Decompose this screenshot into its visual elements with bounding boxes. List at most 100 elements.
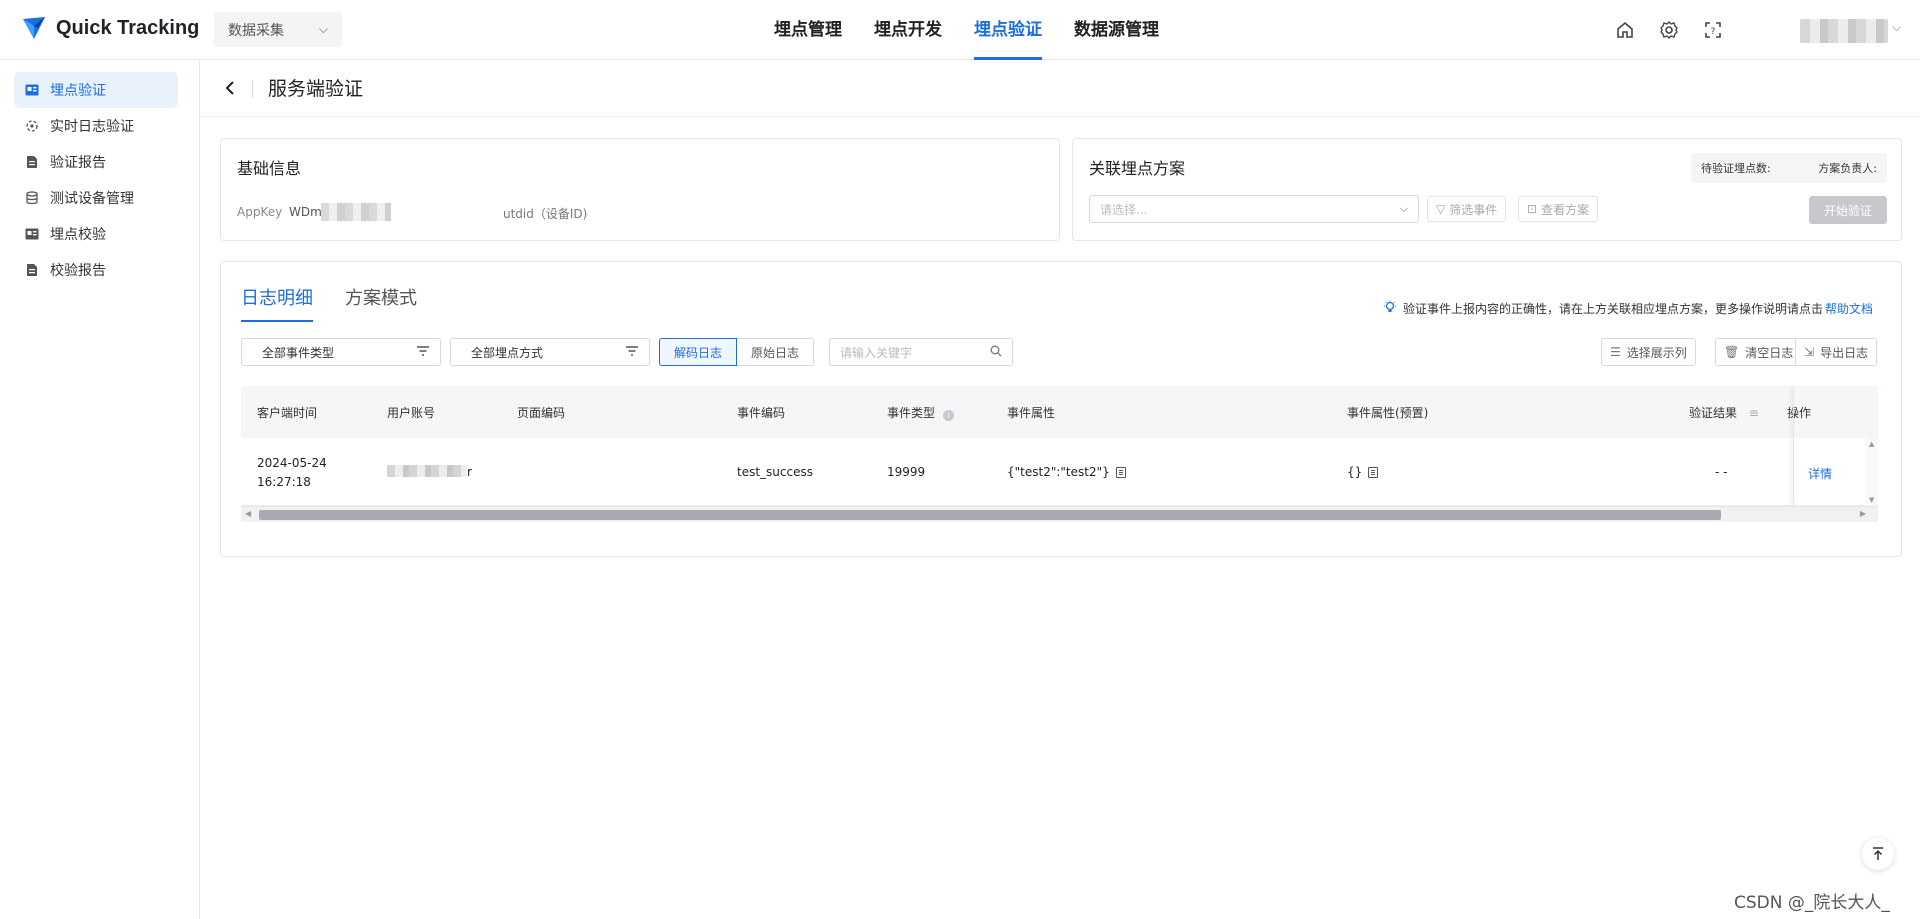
basic-info-title: 基础信息 [237, 159, 302, 178]
realtime-icon [24, 118, 40, 134]
main-nav: 埋点管理 埋点开发 埋点验证 数据源管理 [774, 0, 1191, 60]
info-icon[interactable]: i [942, 410, 954, 421]
clear-log-button[interactable]: 🗑 清空日志 [1715, 338, 1803, 366]
sidebar-item-test-device[interactable]: 测试设备管理 [14, 180, 178, 216]
sidebar-item-check-report[interactable]: 校验报告 [14, 252, 178, 288]
cell-event-code: test_success [737, 465, 813, 479]
back-button[interactable] [220, 76, 240, 100]
view-plan-button[interactable]: ⊡ 查看方案 [1518, 196, 1599, 222]
cell-event-props-preset: {} [1347, 465, 1379, 479]
col-user-account: 用户账号 [387, 406, 436, 420]
col-event-props-preset: 事件属性(预置) [1347, 406, 1429, 420]
track-mode-filter[interactable]: 全部埋点方式 [450, 338, 650, 366]
home-icon[interactable] [1613, 18, 1637, 42]
module-select[interactable]: 数据采集 ⌵ [214, 12, 342, 47]
scan-card-icon [24, 82, 40, 98]
choose-columns-button[interactable]: ☰ 选择展示列 [1601, 338, 1696, 366]
detail-link[interactable]: 详情 [1808, 465, 1832, 482]
sidebar-item-verify-report[interactable]: 验证报告 [14, 144, 178, 180]
export-icon: ⇲ [1804, 345, 1815, 359]
col-result-label: 验证结果 [1689, 406, 1738, 420]
chevron-left-icon [225, 81, 234, 95]
nav-item-track-develop[interactable]: 埋点开发 [874, 0, 942, 60]
back-to-top-button[interactable] [1862, 838, 1894, 870]
watermark: CSDN @_院长大人_ [1734, 893, 1890, 913]
quick-tracking-logo-icon [23, 17, 45, 39]
filter-icon[interactable]: ≡ [1749, 406, 1759, 420]
user-chevron-down-icon[interactable]: ⌵ [1892, 20, 1901, 35]
sidebar-item-track-check[interactable]: 埋点校验 [14, 216, 178, 252]
page-header: 服务端验证 [200, 60, 1920, 117]
gear-icon[interactable] [1657, 18, 1681, 42]
filter-lines-icon [625, 345, 639, 360]
search-placeholder: 请输入关键字 [840, 345, 913, 360]
client-time-date: 2024-05-24 [257, 456, 327, 470]
log-format-toggle: 解码日志 原始日志 [659, 338, 815, 366]
nav-item-track-verify[interactable]: 埋点验证 [974, 0, 1042, 60]
plan-select[interactable]: 请选择... ⌵ [1089, 195, 1419, 223]
module-select-value: 数据采集 [228, 22, 284, 39]
decoded-log-button[interactable]: 解码日志 [659, 338, 738, 366]
scroll-down-icon[interactable]: ▼ [1869, 496, 1874, 504]
scroll-up-icon[interactable]: ▲ [1869, 440, 1874, 448]
log-tabs: 日志明细 方案模式 [241, 284, 449, 324]
scroll-left-icon[interactable]: ◀ [245, 509, 251, 518]
choose-columns-label: 选择展示列 [1626, 345, 1687, 360]
client-time-time: 16:27:18 [257, 475, 311, 489]
tab-plan-mode[interactable]: 方案模式 [345, 284, 417, 324]
scan-card-icon [24, 226, 40, 242]
sidebar: 埋点验证 实时日志验证 验证报告 测试设备管理 埋点校验 校验报告 [0, 60, 200, 919]
copy-icon[interactable] [1368, 467, 1379, 478]
sidebar-item-label: 埋点验证 [50, 83, 106, 99]
col-client-time: 客户端时间 [257, 406, 318, 420]
logo[interactable]: Quick Tracking [20, 14, 199, 42]
table-header: 客户端时间 用户账号 页面编码 事件编码 事件类型 i 事件属性 事件属性(预置… [241, 386, 1878, 438]
utdid-label: utdid（设备ID) [503, 207, 588, 221]
copy-icon[interactable] [1115, 467, 1126, 478]
appkey-redacted [321, 203, 391, 221]
scan-icon[interactable]: ? [1701, 18, 1725, 42]
user-account-redacted [387, 465, 467, 477]
sidebar-item-label: 实时日志验证 [50, 119, 134, 135]
chevron-down-icon: ⌵ [318, 22, 328, 36]
user-avatar-name[interactable] [1800, 19, 1888, 43]
search-icon[interactable] [990, 345, 1002, 360]
nav-item-datasource-manage[interactable]: 数据源管理 [1074, 0, 1159, 60]
filter-lines-icon [416, 345, 430, 360]
clear-log-label: 清空日志 [1745, 345, 1794, 360]
scroll-right-icon[interactable]: ▶ [1860, 509, 1866, 518]
trash-icon: 🗑 [1724, 345, 1740, 359]
vertical-scrollbar[interactable]: ▲ ▼ [1866, 438, 1878, 506]
cell-user-account: r [387, 465, 472, 479]
keyword-search-input[interactable]: 请输入关键字 [829, 338, 1013, 366]
log-card: 日志明细 方案模式 验证事件上报内容的正确性，请在上方关联相应埋点方案，更多操作… [220, 261, 1902, 557]
tab-log-detail[interactable]: 日志明细 [241, 284, 313, 324]
assoc-plan-title: 关联埋点方案 [1089, 159, 1186, 178]
user-account-tail: r [467, 465, 472, 479]
app-title: Quick Tracking [56, 16, 200, 39]
sidebar-item-realtime-log[interactable]: 实时日志验证 [14, 108, 178, 144]
col-result: 验证结果 ≡ [1689, 404, 1759, 421]
bulb-icon [1383, 300, 1397, 317]
page-title: 服务端验证 [268, 78, 364, 100]
plan-select-placeholder: 请选择... [1100, 202, 1148, 217]
horizontal-scrollbar[interactable]: ◀ ▶ [241, 506, 1878, 522]
cell-result: - - [1715, 465, 1728, 479]
filter-icon: ▽ [1436, 202, 1446, 216]
nav-item-track-manage[interactable]: 埋点管理 [774, 0, 842, 60]
sidebar-item-track-verify[interactable]: 埋点验证 [14, 72, 178, 108]
help-doc-link[interactable]: 帮助文档 [1825, 300, 1873, 317]
cell-client-time: 2024-05-24 16:27:18 [257, 454, 327, 492]
log-table: 客户端时间 用户账号 页面编码 事件编码 事件类型 i 事件属性 事件属性(预置… [241, 386, 1878, 534]
start-verify-button[interactable]: 开始验证 [1809, 196, 1887, 224]
export-log-button[interactable]: ⇲ 导出日志 [1795, 338, 1878, 366]
top-icons: ? [1593, 18, 1725, 42]
top-bar: Quick Tracking 数据采集 ⌵ 埋点管理 埋点开发 埋点验证 数据源… [0, 0, 1920, 60]
hint-text: 验证事件上报内容的正确性，请在上方关联相应埋点方案，更多操作说明请点击 [1402, 302, 1823, 316]
horizontal-scroll-thumb[interactable] [259, 510, 1721, 520]
sidebar-item-label: 验证报告 [50, 155, 106, 171]
filter-events-button[interactable]: ▽ 筛选事件 [1427, 196, 1507, 222]
event-type-filter[interactable]: 全部事件类型 [241, 338, 441, 366]
raw-log-button[interactable]: 原始日志 [737, 338, 815, 366]
report-icon [24, 154, 40, 170]
